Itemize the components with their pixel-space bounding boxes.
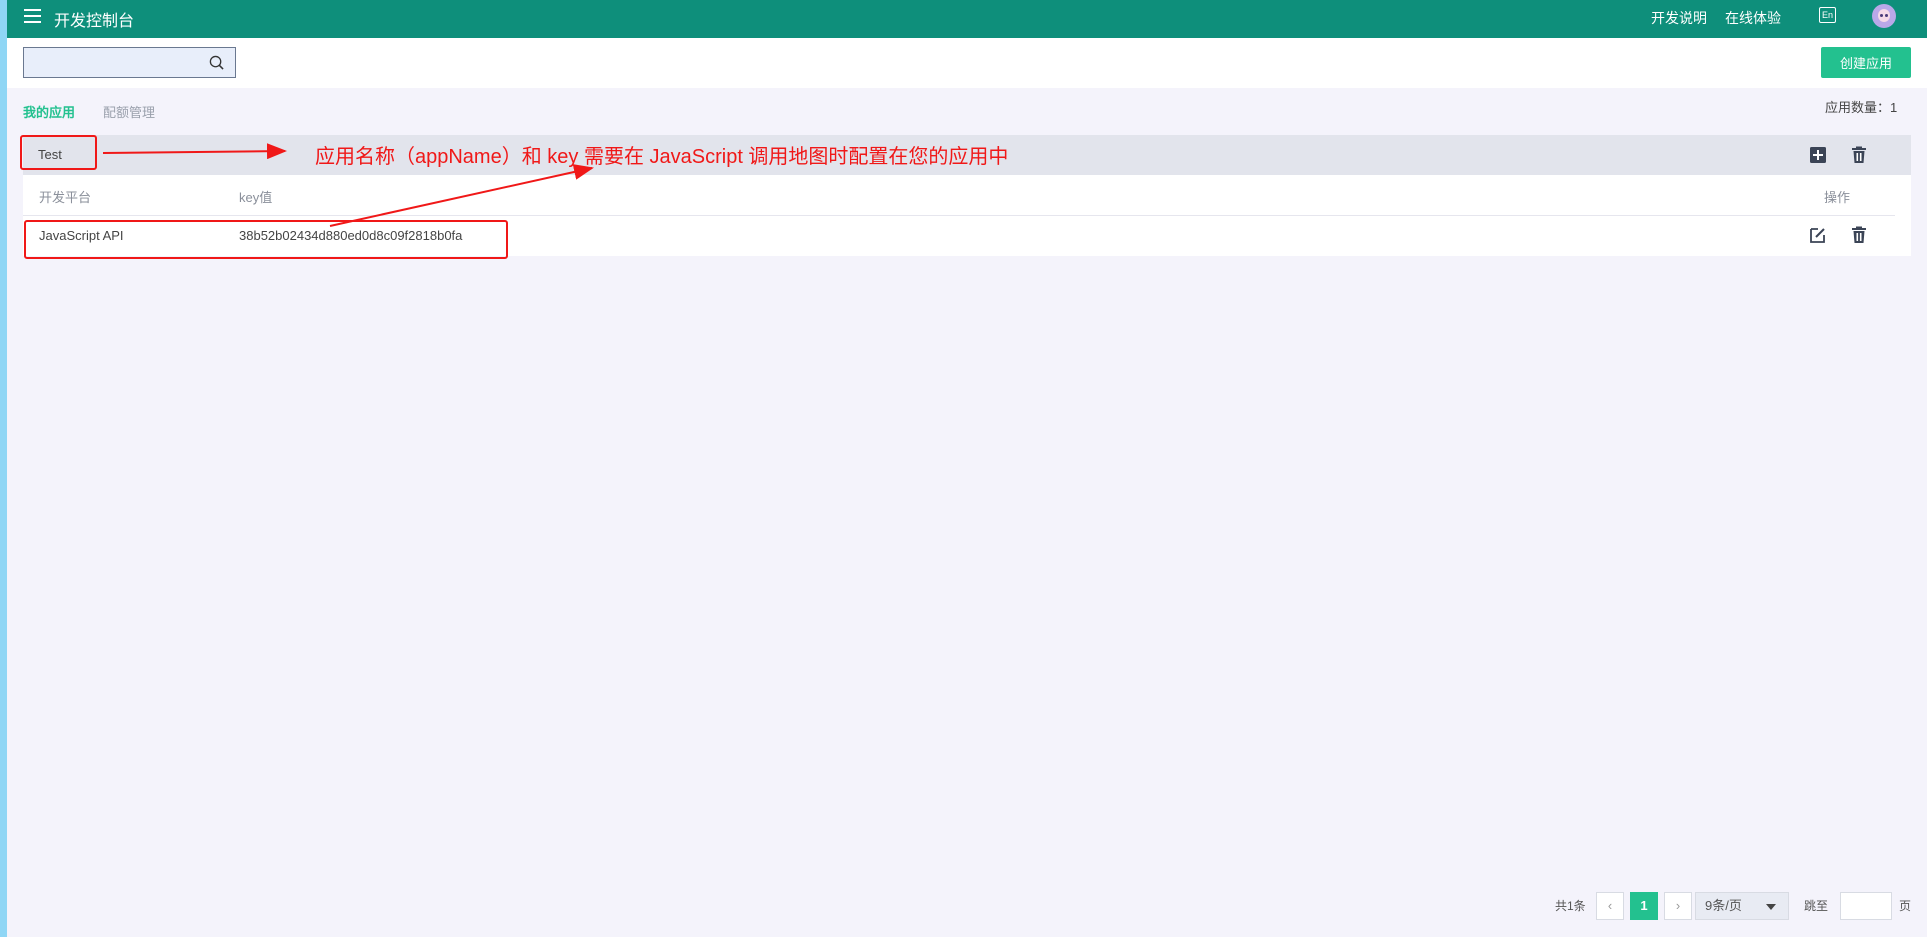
chevron-down-icon	[1766, 904, 1776, 910]
page-suffix-label: 页	[1899, 899, 1912, 913]
pagination-page-1[interactable]: 1	[1630, 892, 1658, 920]
page-size-value: 9条/页	[1705, 898, 1742, 913]
pagination-next-button[interactable]: ›	[1664, 892, 1692, 920]
page-size-select[interactable]: 9条/页	[1695, 892, 1789, 920]
jump-label: 跳至	[1804, 899, 1829, 913]
arrow-to-key	[329, 164, 594, 227]
pagination-prev-button[interactable]: ‹	[1596, 892, 1624, 920]
annotation-text: 应用名称（appName）和 key 需要在 JavaScript 调用地图时配…	[315, 146, 1009, 168]
arrow-to-app-name	[102, 143, 287, 160]
jump-page-input[interactable]	[1840, 892, 1892, 920]
pagination-total: 共1条	[1555, 899, 1586, 913]
